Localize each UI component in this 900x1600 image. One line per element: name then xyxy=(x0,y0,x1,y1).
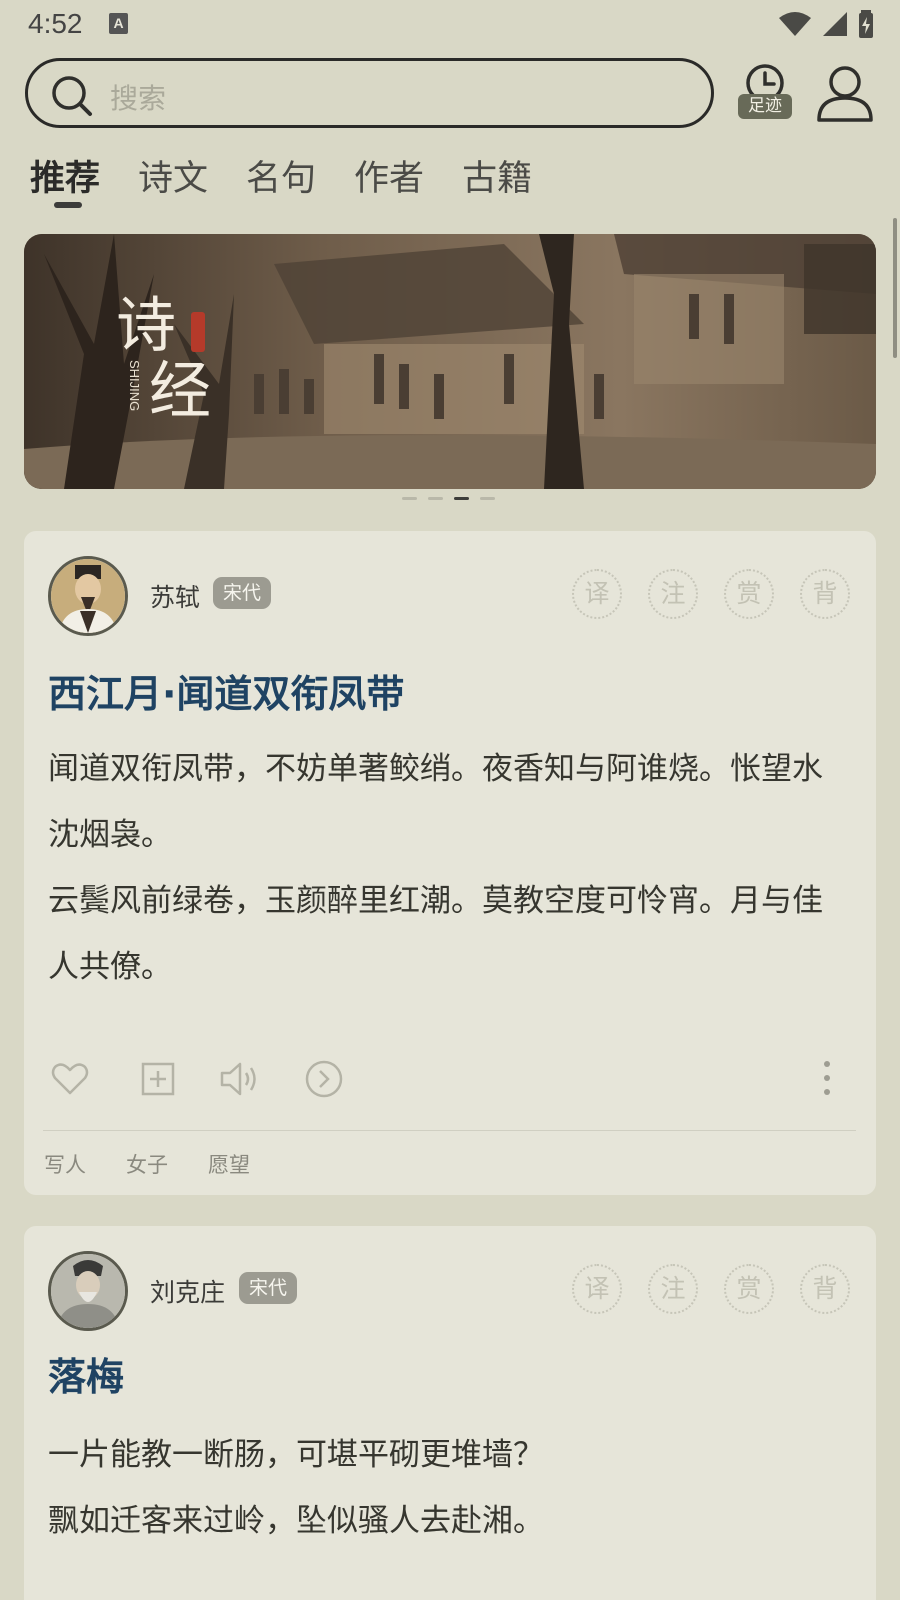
forward-icon[interactable] xyxy=(304,1059,344,1099)
banner-dot-active xyxy=(454,497,469,500)
author-portrait xyxy=(51,559,125,633)
more-options-icon[interactable] xyxy=(822,1059,832,1099)
banner-dot xyxy=(428,497,443,500)
user-icon[interactable] xyxy=(816,64,874,122)
poem-toolbar xyxy=(48,1059,852,1105)
history-label: 足迹 xyxy=(738,94,792,119)
avatar[interactable] xyxy=(48,556,128,636)
tab-poems[interactable]: 诗文 xyxy=(138,150,208,210)
dynasty-badge: 宋代 xyxy=(213,577,272,609)
poem-card[interactable]: 苏轼 宋代 译 注 赏 背 西江月·闻道双衔凤带 闻道双衔凤带，不妨单著鲛绡。夜… xyxy=(24,531,876,1195)
author-portrait xyxy=(51,1254,125,1328)
banner-seal xyxy=(191,312,205,352)
poem-card[interactable]: 刘克庄 宋代 译 注 赏 背 落梅 一片能教一断肠，可堪平砌更堆墙？ 飘如迁客来… xyxy=(24,1226,876,1600)
speaker-icon[interactable] xyxy=(218,1059,262,1099)
wifi-icon xyxy=(779,12,811,36)
poem-line: 飘如迁客来过岭，坠似骚人去赴湘。 xyxy=(48,1503,544,1539)
tag[interactable]: 女子 xyxy=(126,1149,168,1179)
tab-authors[interactable]: 作者 xyxy=(354,150,424,210)
search-bar[interactable]: 搜索 xyxy=(25,58,714,128)
scrollbar[interactable] xyxy=(893,218,897,358)
recite-button[interactable]: 背 xyxy=(800,569,850,619)
history-button[interactable]: 足迹 xyxy=(738,64,794,124)
poem-line: 云鬓风前绿卷，玉颜醉里红潮。莫教空度可怜宵。月与佳人共僚。 xyxy=(48,883,823,985)
search-placeholder: 搜索 xyxy=(110,82,167,115)
banner-dot xyxy=(402,497,417,500)
annotate-button[interactable]: 注 xyxy=(648,569,698,619)
banner-page-indicator xyxy=(402,497,495,500)
signal-icon xyxy=(823,12,847,36)
banner-title-1: 诗 xyxy=(116,291,176,361)
tab-recommend[interactable]: 推荐 xyxy=(30,150,100,210)
heart-icon[interactable] xyxy=(50,1059,90,1099)
poem-study-actions: 译 注 赏 背 xyxy=(572,569,850,619)
status-bar: 4:52 A xyxy=(0,0,900,48)
tab-classics[interactable]: 古籍 xyxy=(462,150,532,210)
poem-body: 闻道双衔凤带，不妨单著鲛绡。夜香知与阿谁烧。怅望水沈烟袅。 云鬓风前绿卷，玉颜醉… xyxy=(48,736,848,1000)
annotate-button[interactable]: 注 xyxy=(648,1264,698,1314)
poem-body: 一片能教一断肠，可堪平砌更堆墙？ 飘如迁客来过岭，坠似骚人去赴湘。 xyxy=(48,1422,848,1554)
translate-button[interactable]: 译 xyxy=(572,569,622,619)
tag[interactable]: 愿望 xyxy=(208,1149,250,1179)
banner-carousel[interactable]: 诗 经 SHIJING xyxy=(24,234,876,489)
avatar[interactable] xyxy=(48,1251,128,1331)
poem-tags: 写人 女子 愿望 xyxy=(44,1149,250,1179)
recite-button[interactable]: 背 xyxy=(800,1264,850,1314)
category-tabs: 推荐 诗文 名句 作者 古籍 xyxy=(30,150,570,210)
tag[interactable]: 写人 xyxy=(44,1149,86,1179)
status-time: 4:52 xyxy=(28,8,83,39)
appreciate-button[interactable]: 赏 xyxy=(724,1264,774,1314)
banner-dot xyxy=(480,497,495,500)
battery-icon xyxy=(859,10,873,38)
divider xyxy=(43,1130,856,1131)
poem-title[interactable]: 西江月·闻道双衔凤带 xyxy=(48,663,404,718)
banner-title-2: 经 xyxy=(149,354,211,427)
banner-pinyin: SHIJING xyxy=(127,360,142,411)
search-icon xyxy=(52,76,92,116)
banner-painting: 诗 经 SHIJING xyxy=(24,234,876,489)
add-collection-icon[interactable] xyxy=(138,1059,178,1099)
poem-study-actions: 译 注 赏 背 xyxy=(572,1264,850,1314)
author-name[interactable]: 刘克庄 xyxy=(150,1273,225,1309)
translate-button[interactable]: 译 xyxy=(572,1264,622,1314)
appreciate-button[interactable]: 赏 xyxy=(724,569,774,619)
poem-line: 一片能教一断肠，可堪平砌更堆墙？ xyxy=(48,1437,544,1473)
author-name[interactable]: 苏轼 xyxy=(150,578,200,614)
dynasty-badge: 宋代 xyxy=(239,1272,298,1304)
tab-quotes[interactable]: 名句 xyxy=(246,150,316,210)
poem-title[interactable]: 落梅 xyxy=(48,1346,124,1401)
poem-line: 闻道双衔凤带，不妨单著鲛绡。夜香知与阿谁烧。怅望水沈烟袅。 xyxy=(48,751,823,853)
input-method-icon: A xyxy=(109,13,128,34)
